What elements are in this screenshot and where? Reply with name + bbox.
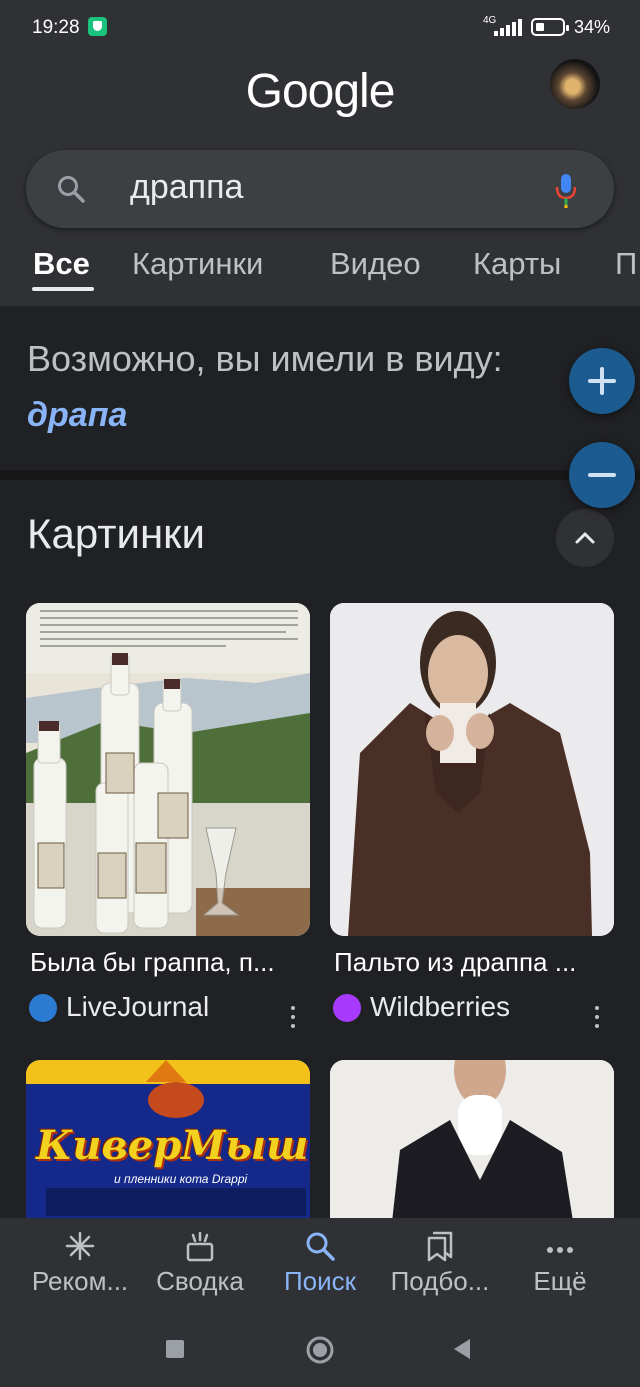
chevron-up-icon [575,532,595,544]
search-bar[interactable]: драппа [26,150,614,228]
images-section-title: Картинки [27,510,205,557]
tab-more[interactable]: П [615,246,637,282]
zoom-out-button[interactable] [569,442,635,508]
nav-label: Поиск [283,1266,357,1296]
battery-icon [531,18,569,36]
black-coat-image [330,1060,614,1218]
search-icon[interactable] [56,174,86,204]
more-options-icon[interactable] [291,1006,297,1030]
game-cover-title: КиверМышь [36,1122,310,1169]
collapse-button[interactable] [556,509,614,567]
battery-level: 34% [574,17,611,37]
nav-label: Реком... [31,1266,129,1296]
grappa-bottles-image [26,603,310,936]
tab-all[interactable]: Все [33,246,90,282]
brown-coat-image [330,603,614,936]
collections-icon [427,1231,453,1262]
tab-images[interactable]: Картинки [132,246,263,282]
livejournal-icon [29,994,57,1022]
image-result-title[interactable]: Была бы граппа, п... [30,947,275,978]
section-divider [0,470,640,480]
minus-icon [588,473,616,477]
signal-icon [492,18,524,36]
tab-active-indicator [32,287,94,291]
search-header: Google драппа Все Картинки Видео Карты П [0,56,640,306]
search-icon [306,1232,335,1261]
back-icon[interactable] [452,1338,472,1360]
microphone-icon[interactable] [554,172,578,208]
nav-label: Сводка [156,1266,244,1296]
bottom-navigation: Реком... Сводка Поиск Подбо... Ещё [0,1218,640,1308]
account-avatar[interactable] [550,59,600,109]
nav-label: Ещё [533,1266,587,1296]
image-result-black-coat[interactable] [330,1060,614,1218]
shield-icon [88,17,107,36]
results-area: Возможно, вы имели в виду: драпа Картинк… [0,306,640,1218]
home-icon[interactable] [305,1335,335,1365]
nav-more[interactable]: Ещё [500,1218,620,1308]
image-result-source[interactable]: Wildberries [370,991,510,1023]
nav-summary[interactable]: Сводка [140,1218,260,1308]
image-result-grappa[interactable] [26,603,310,936]
did-you-mean-label: Возможно, вы имели в виду: [27,338,503,379]
image-result-game[interactable]: КиверМышь и пленники кота Drappi [26,1060,310,1218]
did-you-mean-link[interactable]: драпа [27,396,127,435]
wildberries-icon [333,994,361,1022]
image-result-coat[interactable] [330,603,614,936]
zoom-in-button[interactable] [569,348,635,414]
nav-recommendations[interactable]: Реком... [20,1218,140,1308]
nav-search[interactable]: Поиск [260,1218,380,1308]
recents-icon[interactable] [165,1339,185,1359]
game-cover-subtitle: и пленники кота Drappi [114,1172,248,1186]
nav-label: Подбо... [390,1266,490,1296]
status-time: 19:28 [32,17,80,38]
more-icon [547,1247,573,1253]
tab-video[interactable]: Видео [330,246,421,282]
plus-icon [588,367,616,395]
image-result-title[interactable]: Пальто из драппа ... [334,947,576,978]
more-options-icon[interactable] [595,1006,601,1030]
search-input[interactable]: драппа [130,168,243,207]
nav-collections[interactable]: Подбо... [380,1218,500,1308]
system-navigation-bar [0,1308,640,1387]
status-bar: 19:28 4G 34% [0,0,640,56]
asterisk-icon [65,1231,95,1261]
google-logo: Google [245,65,396,118]
image-result-source[interactable]: LiveJournal [66,991,209,1023]
search-tabs: Все Картинки Видео Карты П [0,242,640,306]
tab-maps[interactable]: Карты [473,246,561,282]
summary-icon [186,1231,214,1262]
